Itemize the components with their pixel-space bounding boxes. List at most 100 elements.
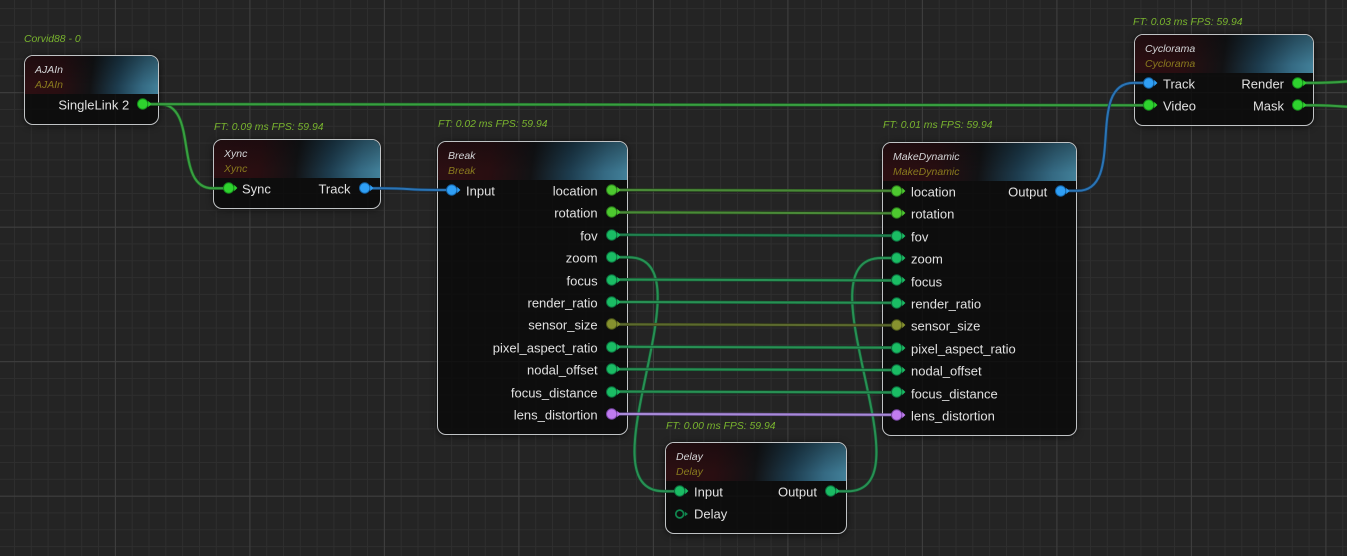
node-title: Break [448,148,627,164]
node-subtitle: Xync [224,162,380,178]
node-badge-cyclorama: FT: 0.03 ms FPS: 59.94 [1133,16,1243,30]
wire-break-md-nodal_offset[interactable] [611,369,897,370]
port-label: focus_distance [511,385,598,400]
port-label: location [553,183,598,198]
port-label: Mask [1253,99,1284,114]
port-label: rotation [911,207,954,222]
port-xync-Track[interactable]: Track [214,178,380,200]
port-break-focus[interactable]: focus [438,269,627,291]
port-label: nodal_offset [527,363,598,378]
wire-break-md-rotation[interactable] [611,212,897,213]
node-header-makedynamic[interactable]: MakeDynamicMakeDynamic [883,143,1076,181]
node-title: AJAIn [35,63,158,79]
node-header-cyclorama[interactable]: CycloramaCyclorama [1135,35,1313,73]
port-break-render_ratio[interactable]: render_ratio [438,292,627,314]
port-break-focus_distance[interactable]: focus_distance [438,381,627,403]
port-label: SingleLink 2 [58,98,129,113]
wire-break-md-render_ratio[interactable] [611,302,897,303]
wire-break-md-location[interactable] [611,190,897,191]
port-ajain-SingleLink 2[interactable]: SingleLink 2 [25,94,158,116]
node-makedynamic[interactable]: MakeDynamicMakeDynamiclocationrotationfo… [882,142,1077,436]
node-graph-canvas[interactable]: AJAInAJAInSingleLink 2Corvid88 - 0XyncXy… [0,0,1347,556]
node-xync[interactable]: XyncXyncSyncTrack [213,139,381,209]
port-label: pixel_aspect_ratio [493,340,598,355]
port-makedynamic-fov[interactable]: fov [883,225,1076,247]
wire-outline-break-md-lens_distortion [611,414,897,415]
port-break-fov[interactable]: fov [438,225,627,247]
port-makedynamic-rotation[interactable]: rotation [883,203,1076,225]
port-break-nodal_offset[interactable]: nodal_offset [438,359,627,381]
port-label: Track [319,182,351,197]
node-subtitle: Delay [676,465,846,481]
node-delay[interactable]: DelayDelayInputDelayOutput [665,442,847,534]
node-header-ajain[interactable]: AJAInAJAIn [25,56,158,94]
port-label: sensor_size [911,319,980,334]
port-makedynamic-zoom[interactable]: zoom [883,248,1076,270]
port-label: focus_distance [911,386,998,401]
node-header-xync[interactable]: XyncXync [214,140,380,178]
node-header-delay[interactable]: DelayDelay [666,443,846,481]
port-break-zoom[interactable]: zoom [438,247,627,269]
port-break-rotation[interactable]: rotation [438,202,627,224]
node-badge-delay: FT: 0.00 ms FPS: 59.94 [666,420,776,434]
port-cyclorama-Mask[interactable]: Mask [1135,95,1313,117]
port-label: Output [1008,184,1047,199]
port-label: sensor_size [528,318,597,333]
port-label: rotation [554,206,597,221]
node-badge-break: FT: 0.02 ms FPS: 59.94 [438,118,548,132]
port-label: focus [567,273,598,288]
wire-break-md-fov[interactable] [611,235,897,236]
port-makedynamic-lens_distortion[interactable]: lens_distortion [883,405,1076,427]
port-makedynamic-sensor_size[interactable]: sensor_size [883,315,1076,337]
wire-break-md-lens_distortion[interactable] [611,414,897,415]
port-label: nodal_offset [911,363,982,378]
wire-ajain-cyclorama[interactable] [143,104,1149,105]
wire-outline-break-md-fov [611,235,897,236]
node-subtitle: Cyclorama [1145,57,1313,73]
port-label: zoom [911,251,943,266]
port-label: zoom [566,251,598,266]
port-delay-Delay[interactable]: Delay [666,503,846,525]
wire-outline-break-md-pixel_aspect_ratio [611,347,897,348]
port-makedynamic-nodal_offset[interactable]: nodal_offset [883,360,1076,382]
port-label: focus [911,274,942,289]
port-break-sensor_size[interactable]: sensor_size [438,314,627,336]
port-label: pixel_aspect_ratio [911,341,1016,356]
port-cyclorama-Render[interactable]: Render [1135,73,1313,95]
port-makedynamic-pixel_aspect_ratio[interactable]: pixel_aspect_ratio [883,337,1076,359]
port-label: fov [911,229,928,244]
node-header-break[interactable]: BreakBreak [438,142,627,180]
port-label: Output [778,485,817,500]
node-ajain[interactable]: AJAInAJAIn SingleLink 2 [24,55,159,125]
port-makedynamic-render_ratio[interactable]: render_ratio [883,293,1076,315]
port-label: render_ratio [527,295,597,310]
wire-break-md-focus_distance[interactable] [611,392,897,393]
node-title: Delay [676,450,846,466]
port-makedynamic-Output[interactable]: Output [883,181,1076,203]
wire-outline-break-md-render_ratio [611,302,897,303]
port-label: render_ratio [911,296,981,311]
port-break-pixel_aspect_ratio[interactable]: pixel_aspect_ratio [438,337,627,359]
port-label: lens_distortion [514,407,598,422]
port-label: Render [1241,76,1284,91]
wire-break-md-pixel_aspect_ratio[interactable] [611,347,897,348]
wire-outline-break-md-location [611,190,897,191]
wire-outline-break-md-nodal_offset [611,369,897,370]
port-label: fov [580,228,597,243]
wire-break-md-sensor_size[interactable] [611,324,897,325]
node-subtitle: AJAIn [35,78,158,94]
node-subtitle: Break [448,164,627,180]
node-badge-xync: FT: 0.09 ms FPS: 59.94 [214,121,324,135]
port-break-location[interactable]: location [438,180,627,202]
wire-outline-break-md-sensor_size [611,324,897,325]
port-makedynamic-focus_distance[interactable]: focus_distance [883,382,1076,404]
node-break[interactable]: BreakBreakInputlocationrotationfovzoomfo… [437,141,628,435]
node-title: Cyclorama [1145,41,1313,57]
wire-outline-break-md-focus [611,280,897,281]
port-makedynamic-focus[interactable]: focus [883,270,1076,292]
wire-break-md-focus[interactable] [611,280,897,281]
node-cyclorama[interactable]: CycloramaCycloramaTrackVideoRenderMask [1134,34,1314,126]
port-break-lens_distortion[interactable]: lens_distortion [438,404,627,426]
port-delay-Output[interactable]: Output [666,481,846,503]
node-badge-makedynamic: FT: 0.01 ms FPS: 59.94 [883,119,993,133]
